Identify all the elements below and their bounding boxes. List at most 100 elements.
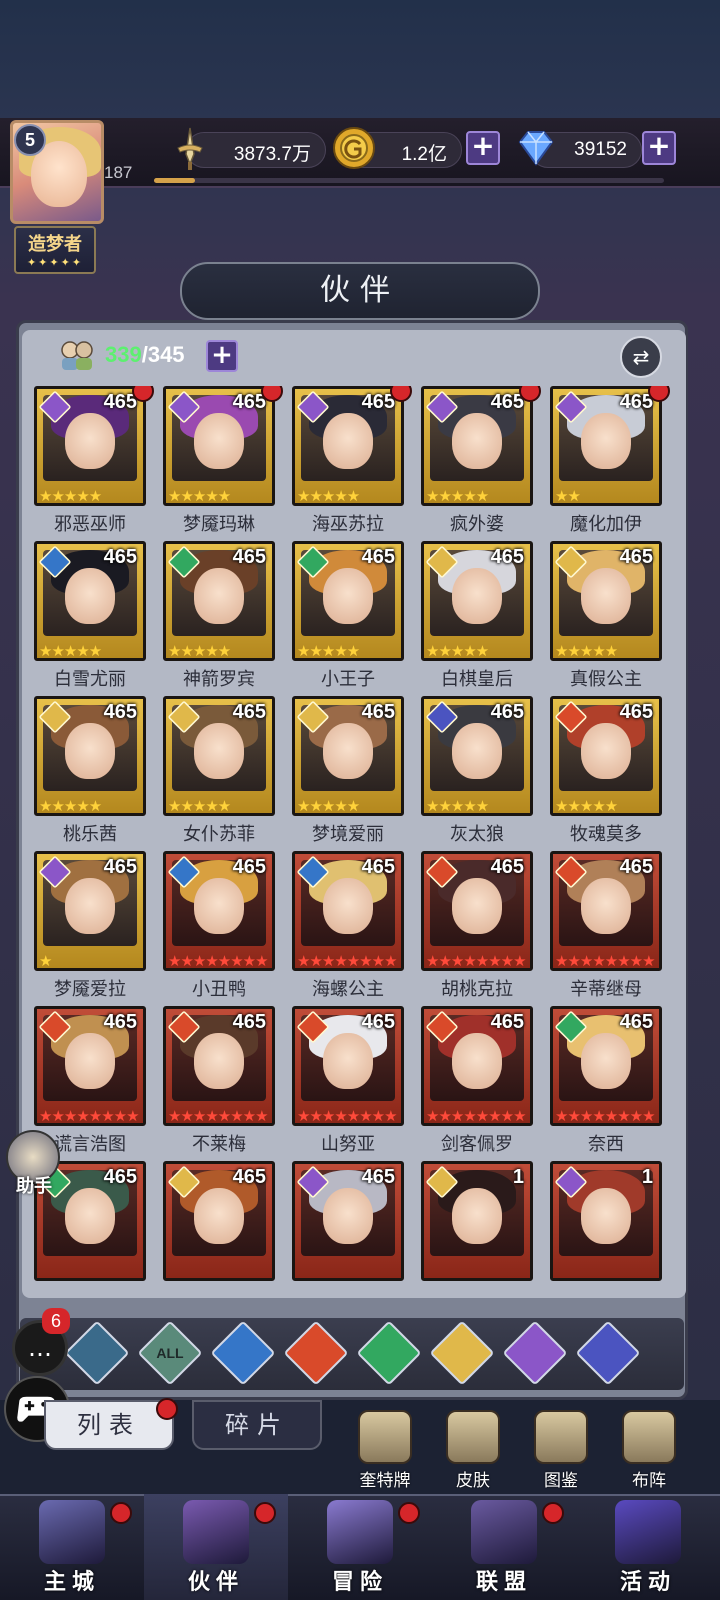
hero-card[interactable]: 465 ★★★★★★★★ 辛蒂继母: [550, 851, 662, 1007]
hero-name: 梦魇玛琳: [183, 514, 255, 535]
hero-stars: ★★★★★: [39, 487, 102, 505]
diamond-add-button[interactable]: +: [642, 131, 676, 165]
hero-level: 465: [619, 1011, 653, 1033]
hero-red-dot: [132, 386, 154, 402]
hero-card[interactable]: 465 ★★★★★★★★ 胡桃克拉: [421, 851, 533, 1007]
hero-face: [452, 1188, 502, 1244]
nav-label: 伙伴: [187, 1570, 244, 1595]
hero-stars: ★: [39, 952, 52, 970]
tab-list-red-dot: [156, 1398, 178, 1420]
hero-name: 真假公主: [570, 669, 642, 690]
hero-portrait-frame: 465: [163, 1161, 275, 1281]
hero-portrait-frame: 465 ★★★★★★★★: [550, 851, 662, 971]
hero-portrait-frame: 465 ★★★★★★★★: [550, 1006, 662, 1126]
partners-add-button[interactable]: +: [206, 340, 238, 372]
player-title-badge[interactable]: 造梦者 ✦✦✦✦✦: [14, 226, 96, 274]
hero-card[interactable]: 1: [421, 1161, 533, 1286]
hero-level: 465: [103, 1166, 137, 1188]
sub-button-2[interactable]: 图鉴: [520, 1410, 602, 1491]
gold-value: 1.2亿: [401, 144, 447, 165]
hero-level: 465: [361, 546, 395, 568]
hero-name: 剑客佩罗: [441, 1134, 513, 1155]
hero-card[interactable]: 1: [550, 1161, 662, 1286]
hero-card[interactable]: 465: [163, 1161, 275, 1286]
hero-card[interactable]: 465 ★ 梦魇爱拉: [34, 851, 146, 1007]
hero-level: 465: [232, 1011, 266, 1033]
hero-face: [581, 568, 631, 624]
nav-item-4[interactable]: 活动: [576, 1494, 720, 1600]
hero-card[interactable]: 465 ★★★★★★★★ 不莱梅: [163, 1006, 275, 1162]
hero-portrait-frame: 1: [550, 1161, 662, 1281]
hero-stars: ★★★★★: [555, 797, 618, 815]
hero-face: [323, 723, 373, 779]
hero-card[interactable]: 465 ★★★★★ 灰太狼: [421, 696, 533, 852]
hero-card[interactable]: 465 ★★★★★ 海巫苏拉: [292, 386, 412, 542]
swap-icon[interactable]: ⇄: [620, 336, 662, 378]
sub-button-1[interactable]: 皮肤: [432, 1410, 514, 1491]
nav-icon: [615, 1500, 681, 1564]
hero-card[interactable]: 465 ★★★★★ 梦境爱丽: [292, 696, 404, 852]
player-title-stars: ✦✦✦✦✦: [26, 256, 84, 269]
hero-portrait-frame: 1: [421, 1161, 533, 1281]
hero-level: 465: [103, 1011, 137, 1033]
hero-face: [65, 568, 115, 624]
gold-add-button[interactable]: +: [466, 131, 500, 165]
hero-stars: ★★★★★★★★: [297, 1107, 398, 1125]
hero-level: 465: [232, 546, 266, 568]
hero-level: 465: [103, 856, 137, 878]
hero-name: 白棋皇后: [441, 669, 513, 690]
hero-level: 465: [619, 546, 653, 568]
hero-card[interactable]: 465 ★★★★★★★★ 海螺公主: [292, 851, 404, 1007]
hero-card[interactable]: 465 ★★★★★★★★ 小丑鸭: [163, 851, 275, 1007]
hero-level: 465: [490, 701, 524, 723]
hero-card[interactable]: 465 ★★★★★ 桃乐茜: [34, 696, 146, 852]
hero-stars: ★★: [555, 487, 581, 505]
hero-face: [65, 1188, 115, 1244]
hero-card[interactable]: 465 ★★★★★ 神箭罗宾: [163, 541, 275, 697]
hero-face: [194, 878, 244, 934]
hero-face: [65, 1033, 115, 1089]
gold-coin-icon: [333, 127, 375, 169]
hero-red-dot: [519, 386, 541, 402]
hero-card[interactable]: 465 ★★★★★ 白棋皇后: [421, 541, 533, 697]
hero-name: 梦魇爱拉: [54, 979, 126, 1000]
hero-card[interactable]: 465 ★★★★★★★★ 剑客佩罗: [421, 1006, 533, 1162]
hero-card[interactable]: 465 ★★★★★ 邪恶巫师: [34, 386, 154, 542]
tab-fragments[interactable]: 碎片: [192, 1400, 322, 1450]
hero-portrait-frame: 465 ★★: [550, 386, 662, 506]
hero-card[interactable]: 465 ★★★★★ 疯外婆: [421, 386, 541, 542]
hero-portrait-frame: 465 ★★★★★: [421, 386, 533, 506]
hero-face: [323, 1188, 373, 1244]
hero-card[interactable]: 465 ★★★★★ 白雪尤丽: [34, 541, 146, 697]
sub-button-3[interactable]: 布阵: [608, 1410, 690, 1491]
hero-card[interactable]: 465 ★★★★★ 小王子: [292, 541, 404, 697]
sub-button-icon: [534, 1410, 588, 1464]
hero-portrait-frame: 465 ★★★★★: [163, 541, 275, 661]
hero-portrait-frame: 465 ★★★★★★★★: [421, 1006, 533, 1126]
hero-card[interactable]: 465 ★★★★★ 牧魂莫多: [550, 696, 662, 852]
hero-stars: ★★★★★★★★: [555, 952, 656, 970]
hero-face: [194, 723, 244, 779]
hero-card[interactable]: 465 ★★★★★★★★ 山努亚: [292, 1006, 404, 1162]
hero-card[interactable]: 465 ★★★★★ 真假公主: [550, 541, 662, 697]
hero-stars: ★★★★★: [297, 642, 360, 660]
assistant-button[interactable]: 助手: [6, 1130, 62, 1200]
hero-card[interactable]: 465 ★★★★★★★★ 奈西: [550, 1006, 662, 1162]
hero-name: 疯外婆: [450, 514, 504, 535]
hero-card[interactable]: 465 ★★★★★ 女仆苏菲: [163, 696, 275, 852]
nav-icon: [39, 1500, 105, 1564]
hero-card[interactable]: 465: [292, 1161, 404, 1286]
hero-card[interactable]: 465 ★★ 魔化加伊: [550, 386, 670, 542]
hero-card[interactable]: 465 ★★★★★ 梦魇玛琳: [163, 386, 283, 542]
player-exp-bar: [154, 178, 664, 183]
chat-badge: 6: [42, 1308, 70, 1334]
hero-red-dot: [390, 386, 412, 402]
hero-portrait-frame: 465 ★★★★★★★★: [292, 851, 404, 971]
hero-face: [194, 568, 244, 624]
hero-level: 1: [512, 1166, 524, 1188]
sub-button-0[interactable]: 奎特牌: [344, 1410, 426, 1491]
nav-red-dot: [398, 1502, 420, 1524]
player-exp-fill: [154, 178, 195, 183]
hero-face: [194, 1188, 244, 1244]
tab-list[interactable]: 列表: [44, 1400, 174, 1450]
